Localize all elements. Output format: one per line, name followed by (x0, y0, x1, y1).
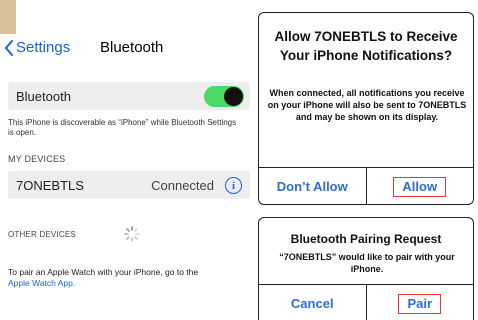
device-status: Connected (151, 177, 214, 193)
notification-dialog-buttons: Don’t Allow Allow (259, 167, 474, 204)
cancel-label: Cancel (290, 296, 334, 311)
toggle-knob (224, 87, 243, 106)
dont-allow-label: Don’t Allow (276, 179, 348, 194)
pairing-dialog-buttons: Cancel Pair (259, 284, 473, 320)
nav-bar: Settings Bluetooth (0, 36, 254, 64)
pairing-dialog-title: Bluetooth Pairing Request (290, 232, 442, 246)
pairing-request-dialog: Bluetooth Pairing Request “7ONEBTLS” wou… (258, 217, 474, 320)
bluetooth-settings-panel: Settings Bluetooth Bluetooth This iPhone… (0, 0, 254, 320)
pairing-dialog-body: “7ONEBTLS” would like to pair with your … (279, 252, 455, 274)
my-devices-header: MY DEVICES (8, 154, 66, 164)
page-title: Bluetooth (100, 39, 164, 56)
device-row[interactable]: 7ONEBTLS Connected i (8, 171, 250, 199)
chevron-left-icon (4, 39, 13, 56)
bluetooth-row: Bluetooth (8, 82, 250, 110)
info-icon[interactable]: i (225, 177, 242, 194)
back-button[interactable]: Settings (4, 39, 70, 56)
notification-dialog-title: Allow 7ONEBTLS to Receive Your iPhone No… (274, 29, 458, 63)
pair-label: Pair (398, 293, 442, 314)
bluetooth-label: Bluetooth (16, 88, 71, 104)
cancel-button[interactable]: Cancel (259, 285, 366, 320)
device-name: 7ONEBTLS (16, 177, 84, 193)
apple-watch-text: To pair an Apple Watch with your iPhone,… (8, 267, 199, 277)
apple-watch-app-link[interactable]: Apple Watch App. (8, 278, 75, 288)
other-devices-header: OTHER DEVICES (8, 230, 76, 239)
allow-button[interactable]: Allow (365, 168, 474, 204)
allow-label: Allow (393, 176, 447, 197)
discoverable-note: This iPhone is discoverable as “iPhone” … (8, 118, 237, 137)
pair-button[interactable]: Pair (365, 285, 474, 320)
dont-allow-button[interactable]: Don’t Allow (259, 168, 366, 204)
notification-permission-dialog: Allow 7ONEBTLS to Receive Your iPhone No… (258, 12, 474, 205)
apple-watch-note: To pair an Apple Watch with your iPhone,… (8, 267, 248, 289)
loading-spinner-icon (124, 226, 140, 242)
notification-dialog-body: When connected, all notifications you re… (267, 88, 467, 122)
back-label: Settings (16, 39, 71, 56)
bluetooth-toggle[interactable] (204, 86, 244, 107)
